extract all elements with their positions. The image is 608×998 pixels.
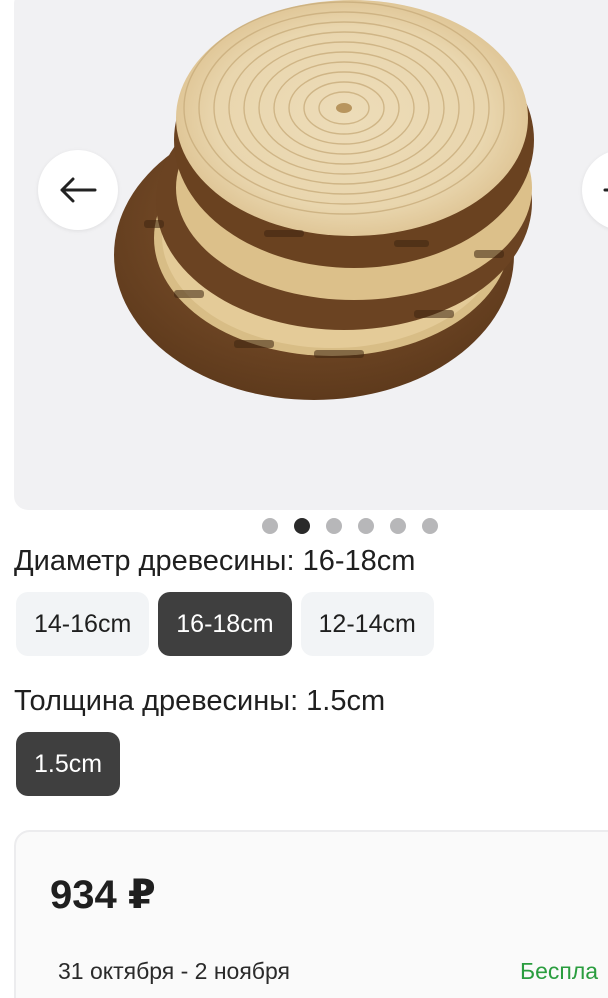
thickness-title: Толщина древесины: 1.5cm [14, 685, 386, 717]
pagination-dot[interactable] [262, 518, 278, 534]
thickness-option-selected[interactable]: 1.5cm [16, 732, 121, 796]
gallery-prev-button[interactable] [38, 150, 118, 230]
price: 934 ₽ [50, 873, 156, 917]
pagination-dot[interactable] [358, 518, 374, 534]
pagination-dot[interactable] [326, 518, 342, 534]
price-card: 934 ₽ 31 октября - 2 ноября Беспла [14, 830, 608, 998]
diameter-option-selected[interactable]: 16-18cm [158, 592, 292, 656]
product-gallery[interactable] [14, 0, 608, 510]
product-page: Диаметр древесины: 16-18cm 14-16cm 16-18… [0, 0, 608, 998]
pagination-dot-active[interactable] [294, 518, 310, 534]
delivery-dates: 31 октября - 2 ноября [58, 958, 290, 984]
arrow-left-icon [60, 177, 97, 203]
pagination-dot[interactable] [422, 518, 438, 534]
arrow-right-icon [603, 188, 608, 192]
thickness-options: 1.5cm [16, 732, 121, 796]
gallery-pagination [262, 518, 438, 534]
diameter-options: 14-16cm 16-18cm 12-14cm [16, 592, 434, 656]
delivery-cost: Беспла [520, 958, 599, 984]
diameter-option[interactable]: 14-16cm [16, 592, 150, 656]
diameter-title: Диаметр древесины: 16-18cm [14, 545, 416, 577]
pagination-dot[interactable] [390, 518, 406, 534]
product-photo [114, 0, 534, 400]
diameter-option[interactable]: 12-14cm [300, 592, 434, 656]
